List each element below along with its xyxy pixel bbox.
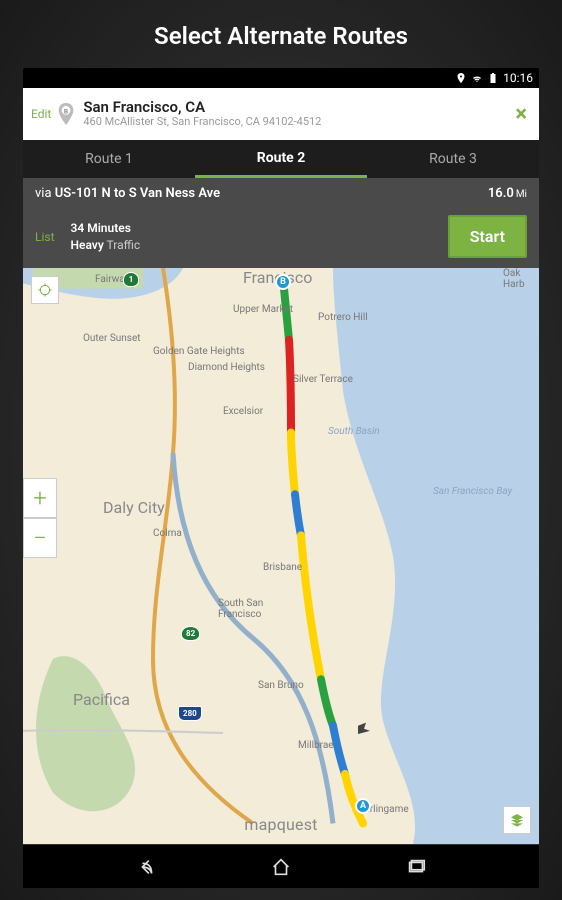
tab-route-1[interactable]: Route 1	[23, 140, 195, 178]
back-icon[interactable]	[136, 856, 158, 878]
tab-route-3[interactable]: Route 3	[367, 140, 539, 178]
locate-button[interactable]	[31, 276, 59, 304]
map-canvas	[23, 268, 539, 844]
route-pin-b[interactable]: B	[275, 274, 291, 290]
route-summary-row: via US-101 N to S Van Ness Ave 16.0Mi	[23, 178, 539, 209]
route-distance: 16.0Mi	[488, 186, 527, 201]
start-button[interactable]: Start	[448, 215, 527, 258]
route-pin-a[interactable]: A	[355, 798, 371, 814]
crosshair-icon	[37, 282, 53, 298]
destination-text[interactable]: San Francisco, CA 460 McAllister St, San…	[83, 99, 511, 129]
route-duration: 34 Minutes	[71, 220, 448, 237]
page-title: Select Alternate Routes	[154, 22, 408, 50]
zoom-in-button[interactable]: +	[23, 478, 57, 518]
wifi-icon	[471, 72, 483, 84]
status-bar: 10:16	[23, 68, 539, 88]
layers-icon	[509, 812, 525, 828]
tab-route-2[interactable]: Route 2	[195, 140, 367, 178]
battery-icon	[487, 72, 499, 84]
zoom-control: + −	[23, 478, 57, 558]
status-time: 10:16	[503, 71, 533, 85]
edit-button[interactable]: Edit	[31, 107, 51, 121]
android-nav-bar	[23, 844, 539, 888]
zoom-out-button[interactable]: −	[23, 518, 57, 558]
route-via: via US-101 N to S Van Ness Ave	[35, 186, 220, 201]
device-screen: 10:16 Edit B San Francisco, CA 460 McAll…	[23, 68, 539, 888]
route-detail-row: List 34 Minutes Heavy Traffic Start	[23, 209, 539, 268]
recent-apps-icon[interactable]	[405, 856, 427, 878]
route-tabs: Route 1 Route 2 Route 3	[23, 140, 539, 178]
map[interactable]: Francisco Upper Market Outer Sunset Gold…	[23, 268, 539, 844]
interstate-shield: 280	[178, 706, 202, 721]
destination-bar: Edit B San Francisco, CA 460 McAllister …	[23, 88, 539, 140]
close-icon[interactable]: ×	[511, 102, 531, 127]
highway-shield: 82	[181, 626, 200, 641]
list-button[interactable]: List	[35, 230, 55, 244]
map-brand: mapquest	[244, 815, 317, 834]
highway-shield: 1	[123, 272, 139, 287]
destination-address: 460 McAllister St, San Francisco, CA 941…	[83, 116, 511, 129]
location-icon	[455, 72, 467, 84]
home-icon[interactable]	[270, 856, 292, 878]
destination-city: San Francisco, CA	[83, 99, 511, 116]
svg-text:B: B	[64, 107, 68, 115]
layers-button[interactable]	[503, 806, 531, 834]
destination-pin-icon: B	[57, 103, 75, 125]
route-traffic: Heavy Traffic	[71, 237, 448, 254]
